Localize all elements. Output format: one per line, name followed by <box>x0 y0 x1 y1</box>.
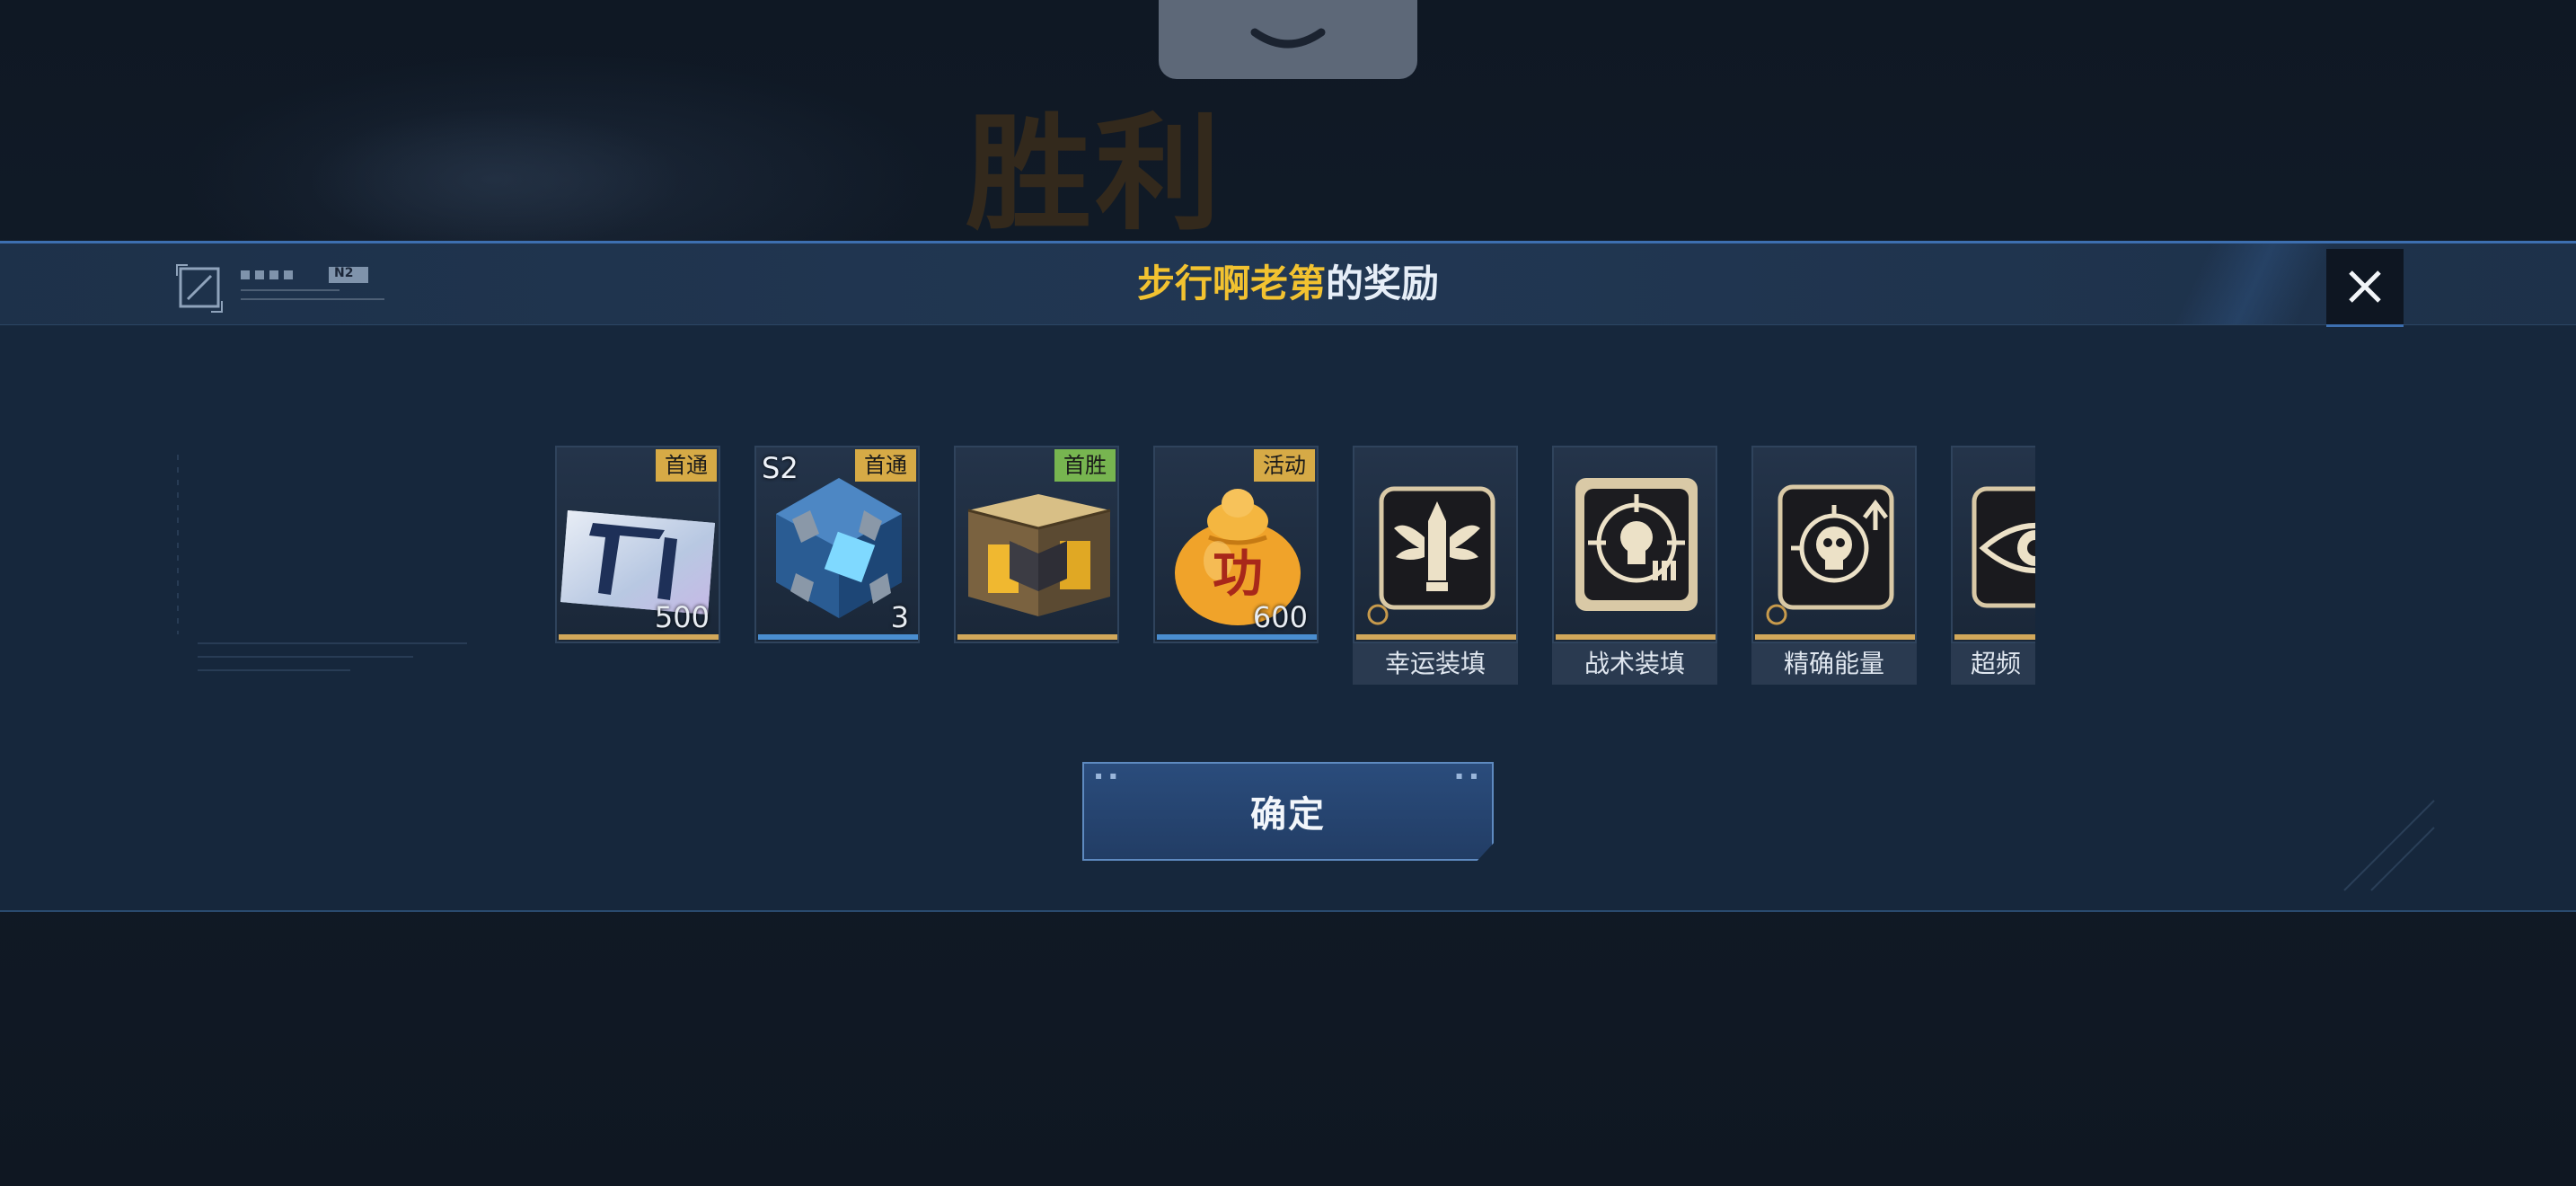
rarity-bar <box>1755 634 1915 640</box>
reward-item-ticket[interactable]: 首通 500 <box>555 446 720 688</box>
close-button[interactable] <box>2326 249 2404 327</box>
close-icon <box>2349 270 2381 303</box>
season-label: S2 <box>762 451 798 485</box>
button-corner-mark: ▪ ▪ <box>1095 769 1119 782</box>
background-victory-text: 胜利 <box>966 102 1225 248</box>
rarity-bar <box>957 634 1117 640</box>
reward-item-tactical-reload[interactable]: 战术装填 <box>1552 446 1717 688</box>
reward-caption: 超频 <box>1951 643 2035 685</box>
winged-bullet-icon <box>1367 486 1495 625</box>
reward-item-lucky-reload[interactable]: 幸运装填 <box>1353 446 1518 688</box>
player-name: 步行啊老第 <box>1136 261 1326 305</box>
pouch-glyph: 功 <box>1213 545 1263 604</box>
reward-badge: 首胜 <box>1054 449 1116 482</box>
eye-overclock-icon <box>1972 486 2035 608</box>
chevron-down-icon <box>1250 28 1326 49</box>
reward-list: 首通 500 S2 首通 3 首胜 功 活动 600 幸运装填 战术装填 精确能… <box>555 446 2035 688</box>
reward-frame: 功 活动 600 <box>1153 446 1319 643</box>
reward-title: 步行啊老第的奖励 <box>0 243 2576 324</box>
reward-badge: 首通 <box>855 449 916 482</box>
reward-frame: 首胜 <box>954 446 1119 643</box>
reward-item-merit[interactable]: 功 活动 600 <box>1153 446 1319 688</box>
rarity-bar <box>559 634 719 640</box>
button-corner-mark: ▪ ▪ <box>1455 769 1479 782</box>
panel-deco-corner <box>2343 800 2435 891</box>
reward-panel: N2 步行啊老第的奖励 首通 500 S2 首通 3 首胜 功 活动 600 幸… <box>0 241 2576 912</box>
reward-quantity: 500 <box>654 600 710 634</box>
tactical-skull-target-icon <box>1575 478 1698 611</box>
reward-caption: 幸运装填 <box>1353 643 1518 685</box>
panel-deco-lines <box>177 455 467 671</box>
rarity-bar <box>1556 634 1716 640</box>
reward-frame <box>1353 446 1518 643</box>
rarity-bar <box>1157 634 1317 640</box>
title-bar: N2 步行啊老第的奖励 <box>0 243 2576 327</box>
reward-frame: 首通 500 <box>555 446 720 643</box>
reward-frame <box>1751 446 1917 643</box>
rarity-bar <box>1356 634 1516 640</box>
reward-frame <box>1951 446 2035 643</box>
reward-item-crate[interactable]: 首胜 <box>954 446 1119 688</box>
background-character-silhouette <box>305 108 683 252</box>
reward-frame <box>1552 446 1717 643</box>
confirm-button[interactable]: ▪ ▪ ▪ ▪ 确定 <box>1082 762 1494 861</box>
title-suffix: 的奖励 <box>1326 261 1440 305</box>
skull-crosshair-icon <box>1766 484 1894 625</box>
reward-quantity: 600 <box>1252 600 1308 634</box>
reward-frame: S2 首通 3 <box>754 446 920 643</box>
reward-quantity: 3 <box>890 600 909 634</box>
rarity-bar <box>1954 634 2035 640</box>
reward-badge: 首通 <box>656 449 717 482</box>
reward-item-overclock[interactable]: 超频 <box>1951 446 2035 688</box>
collapse-tab-button[interactable] <box>1159 0 1417 79</box>
reward-caption: 精确能量 <box>1751 643 1917 685</box>
reward-item-crystal[interactable]: S2 首通 3 <box>754 446 920 688</box>
reward-item-precision-energy[interactable]: 精确能量 <box>1751 446 1917 688</box>
rarity-bar <box>758 634 918 640</box>
confirm-button-label: 确定 <box>1250 794 1326 836</box>
reward-caption: 战术装填 <box>1552 643 1717 685</box>
reward-badge: 活动 <box>1254 449 1315 482</box>
